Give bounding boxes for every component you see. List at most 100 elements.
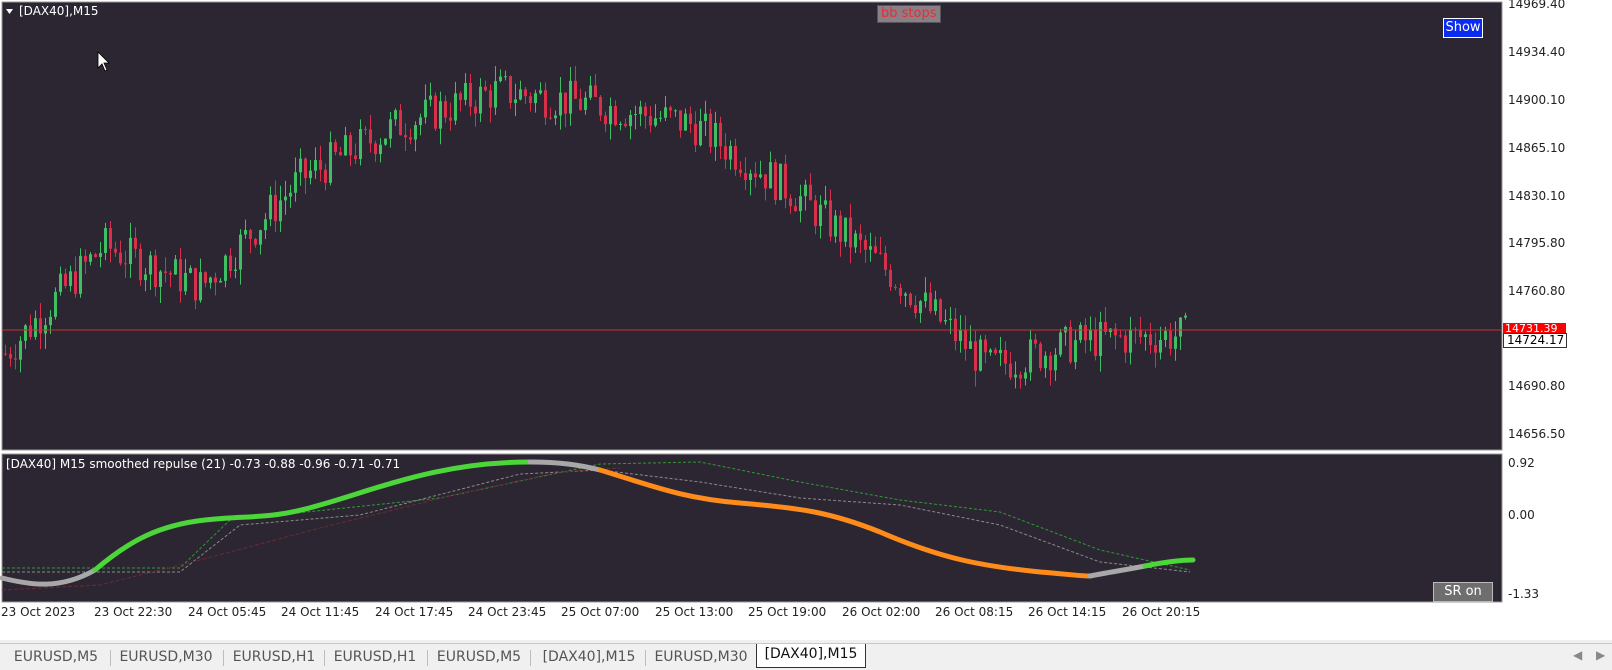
chart-canvas[interactable] bbox=[0, 0, 1612, 640]
candle-body bbox=[819, 204, 822, 227]
candle-body bbox=[814, 200, 817, 227]
candle-body bbox=[1184, 315, 1187, 318]
candle-body bbox=[434, 95, 437, 129]
tab-dax40-m15-active[interactable]: [DAX40],M15 bbox=[756, 644, 866, 668]
indicator-title: [DAX40] M15 smoothed repulse (21) -0.73 … bbox=[6, 457, 401, 471]
candle-body bbox=[1149, 334, 1152, 346]
time-label: 26 Oct 14:15 bbox=[1028, 605, 1107, 619]
candle-body bbox=[874, 246, 877, 253]
indicator-scale-label: 0.92 bbox=[1508, 456, 1535, 470]
candle-body bbox=[554, 115, 557, 119]
tab-eurusd-m30[interactable]: EURUSD,M30 bbox=[114, 647, 218, 668]
chart-area[interactable]: [DAX40],M15 bb stops Show [DAX40] M15 sm… bbox=[0, 0, 1612, 640]
tab-eurusd-h1-2[interactable]: EURUSD,H1 bbox=[328, 647, 422, 668]
candle-body bbox=[1069, 327, 1072, 363]
candle-body bbox=[719, 122, 722, 147]
candle-body bbox=[404, 135, 407, 138]
candle-body bbox=[639, 106, 642, 115]
candle-body bbox=[759, 174, 762, 178]
candle-body bbox=[324, 169, 327, 183]
candle-body bbox=[204, 272, 207, 283]
price-label: 14865.10 bbox=[1508, 141, 1566, 155]
candle-body bbox=[929, 292, 932, 312]
candle-body bbox=[934, 299, 937, 312]
candle-body bbox=[1174, 336, 1177, 349]
candle-body bbox=[499, 76, 502, 82]
indicator-scale-label: 0.00 bbox=[1508, 508, 1535, 522]
candle-body bbox=[919, 301, 922, 314]
tab-eurusd-m30-2[interactable]: EURUSD,M30 bbox=[649, 647, 753, 668]
candle-body bbox=[449, 117, 452, 121]
candle-body bbox=[39, 318, 42, 334]
time-label: 24 Oct 05:45 bbox=[188, 605, 267, 619]
candle-body bbox=[374, 143, 377, 155]
candle-body bbox=[214, 277, 217, 283]
candle-body bbox=[604, 115, 607, 125]
show-button[interactable]: Show bbox=[1443, 18, 1483, 38]
main-pane-background bbox=[1, 1, 1503, 451]
candle-body bbox=[139, 248, 142, 281]
candle-body bbox=[799, 196, 802, 212]
candle-body bbox=[184, 272, 187, 292]
candle-body bbox=[984, 339, 987, 353]
candle-body bbox=[124, 263, 127, 265]
candle-body bbox=[69, 271, 72, 286]
candle-body bbox=[1144, 334, 1147, 338]
candle-body bbox=[344, 135, 347, 156]
tab-separator bbox=[324, 650, 325, 666]
candle-body bbox=[194, 268, 197, 301]
bb-stops-label: bb stops bbox=[877, 5, 941, 23]
candle-body bbox=[829, 200, 832, 237]
candle-body bbox=[409, 137, 412, 140]
candle-body bbox=[914, 305, 917, 314]
candle-body bbox=[359, 129, 362, 160]
candle-body bbox=[564, 92, 567, 114]
tab-dax40-m15[interactable]: [DAX40],M15 bbox=[534, 647, 644, 668]
sr-on-button[interactable]: SR on bbox=[1433, 582, 1493, 602]
indicator-pane-background bbox=[1, 453, 1503, 603]
candle-body bbox=[1014, 374, 1017, 378]
candle-body bbox=[1044, 355, 1047, 369]
candle-body bbox=[749, 173, 752, 180]
tab-separator bbox=[427, 650, 428, 666]
candle-body bbox=[744, 173, 747, 180]
price-label: 14900.10 bbox=[1508, 93, 1566, 107]
candle-body bbox=[234, 269, 237, 271]
candle-body bbox=[699, 120, 702, 146]
time-label: 24 Oct 23:45 bbox=[468, 605, 547, 619]
candle-body bbox=[959, 329, 962, 342]
candle-body bbox=[159, 271, 162, 287]
candle-body bbox=[319, 160, 322, 170]
candle-body bbox=[274, 194, 277, 222]
tab-eurusd-m5-2[interactable]: EURUSD,M5 bbox=[431, 647, 527, 668]
tab-eurusd-h1[interactable]: EURUSD,H1 bbox=[227, 647, 321, 668]
tab-scroll-left-icon[interactable]: ◀ bbox=[1573, 648, 1582, 662]
candle-body bbox=[284, 196, 287, 201]
candle-body bbox=[299, 158, 302, 173]
candle-body bbox=[454, 93, 457, 121]
candle-body bbox=[924, 292, 927, 302]
candle-body bbox=[769, 162, 772, 189]
candle-body bbox=[219, 280, 222, 283]
candle-body bbox=[119, 252, 122, 264]
candle-body bbox=[474, 106, 477, 114]
tab-scroll-right-icon[interactable]: ▶ bbox=[1596, 648, 1605, 662]
candle-body bbox=[459, 93, 462, 100]
candle-body bbox=[259, 230, 262, 245]
candle-body bbox=[479, 86, 482, 114]
candle-body bbox=[519, 89, 522, 100]
candle-body bbox=[794, 206, 797, 212]
candle-body bbox=[509, 76, 512, 103]
chart-tab-bar: EURUSD,M5 EURUSD,M30 EURUSD,H1 EURUSD,H1… bbox=[0, 643, 1612, 670]
tab-eurusd-m5[interactable]: EURUSD,M5 bbox=[8, 647, 104, 668]
candle-body bbox=[144, 274, 147, 281]
candle-body bbox=[399, 110, 402, 136]
candle-body bbox=[24, 325, 27, 341]
candle-body bbox=[99, 253, 102, 257]
candle-body bbox=[59, 273, 62, 292]
candle-body bbox=[649, 115, 652, 126]
tab-separator bbox=[530, 650, 531, 666]
candle-body bbox=[589, 85, 592, 98]
candle-body bbox=[884, 252, 887, 270]
time-label: 26 Oct 20:15 bbox=[1122, 605, 1201, 619]
